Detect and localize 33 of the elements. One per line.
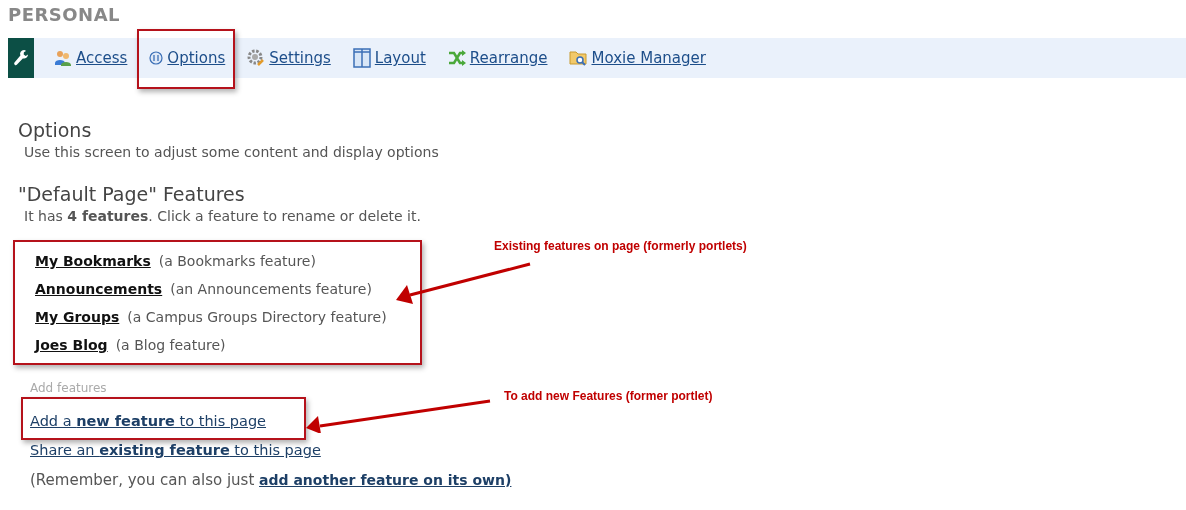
feature-type: (a Blog feature): [115, 336, 226, 355]
shuffle-arrows-icon: [447, 50, 466, 66]
toolbar-tab[interactable]: Rearrange: [469, 49, 548, 67]
feature-type: (an Announcements feature): [170, 280, 372, 299]
options-heading: Options: [18, 118, 93, 142]
wrench-icon[interactable]: [8, 38, 34, 78]
annotation-label: To add new Features (former portlet): [504, 389, 713, 403]
add-feature-link[interactable]: Share an existing feature to this page: [30, 442, 321, 458]
annotation-label: Existing features on page (formerly portlets): [494, 239, 747, 253]
toolbar-tab[interactable]: Settings: [269, 49, 331, 67]
options-icon: [149, 51, 164, 65]
toolbar-tab[interactable]: Layout: [374, 49, 426, 67]
feature-type: (a Campus Groups Directory feature): [127, 308, 387, 327]
add-feature-link[interactable]: add another feature on its own): [259, 472, 512, 488]
feature-link[interactable]: Announcements: [35, 280, 163, 299]
remember-note: (Remember, you can also just add another feature on its own): [30, 471, 513, 489]
options-description: Use this screen to adjust some content and display options: [24, 143, 440, 162]
folder-search-icon: [569, 49, 588, 67]
toolbar-tab[interactable]: Options: [167, 49, 226, 67]
toolbar-tab[interactable]: Moxie Manager: [591, 49, 706, 67]
feature-link[interactable]: My Bookmarks: [35, 252, 151, 271]
add-features-label: Add features: [30, 381, 108, 395]
people-icon: [54, 49, 72, 67]
add-feature-link[interactable]: Add a new feature to this page: [30, 413, 267, 429]
feature-link[interactable]: Joes Blog: [35, 336, 108, 355]
feature-link[interactable]: My Groups: [35, 308, 120, 327]
features-summary: It has 4 features. Click a feature to rename or delete it.: [24, 207, 422, 226]
features-heading: "Default Page" Features: [18, 182, 246, 206]
gear-icon: [247, 49, 266, 67]
toolbar-tab[interactable]: Access: [76, 49, 128, 67]
feature-type: (a Bookmarks feature): [158, 252, 316, 271]
layout-icon: [352, 48, 371, 68]
section-title: PERSONAL: [8, 4, 121, 25]
